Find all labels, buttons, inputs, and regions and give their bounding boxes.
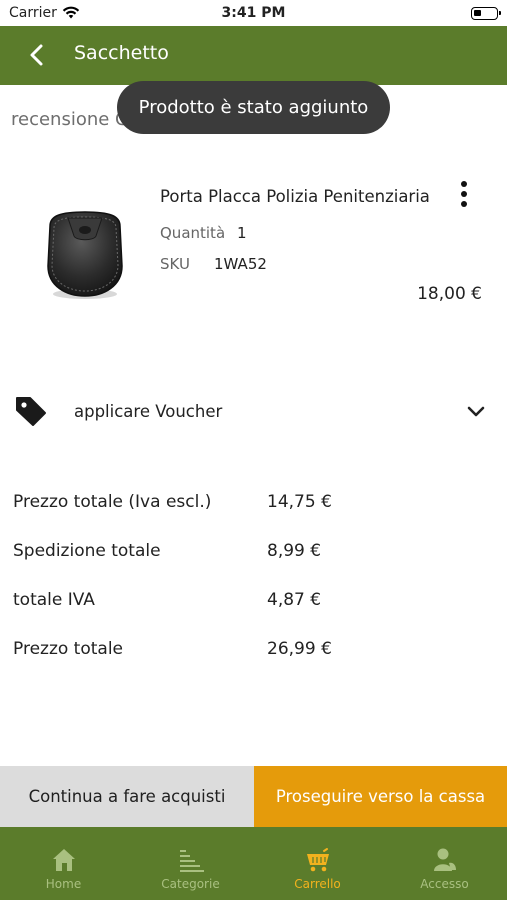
cart-icon (306, 848, 329, 872)
user-icon (433, 848, 456, 871)
vat-total-value: 4,87 € (267, 590, 322, 610)
sku-label: SKU (160, 255, 190, 273)
product-price: 18,00 € (417, 284, 482, 304)
grand-total-label: Prezzo totale (13, 639, 124, 659)
shipping-total-label: Spedizione totale (13, 541, 161, 561)
tab-login-label: Accesso (420, 877, 469, 891)
sku-value: 1WA52 (214, 255, 267, 273)
categories-icon (179, 850, 204, 872)
battery-icon (471, 7, 501, 20)
added-to-cart-toast: Prodotto è stato aggiunto (117, 81, 390, 134)
back-icon[interactable] (24, 42, 50, 68)
grand-total-value: 26,99 € (267, 639, 332, 659)
home-icon (52, 849, 75, 871)
tab-home[interactable]: Home (0, 827, 127, 900)
subtotal-ex-vat-label: Prezzo totale (Iva escl.) (13, 492, 212, 512)
more-options-icon[interactable] (456, 180, 472, 208)
chevron-down-icon[interactable] (466, 402, 486, 422)
tab-home-label: Home (45, 877, 82, 891)
quantity-value: 1 (237, 224, 247, 242)
voucher-label: applicare Voucher (74, 402, 223, 421)
shipping-total-value: 8,99 € (267, 541, 322, 561)
tab-cart-label: Carrello (294, 877, 341, 891)
tab-categories-label: Categorie (161, 877, 220, 891)
quantity-label: Quantità (160, 224, 226, 242)
tab-categories[interactable]: Categorie (127, 827, 254, 900)
bottom-tab-bar: Home Categorie Carrello Accesso (0, 827, 507, 900)
subtotal-ex-vat-value: 14,75 € (267, 492, 332, 512)
tag-icon (16, 397, 46, 426)
app-header: Sacchetto (0, 26, 507, 85)
page-title: Sacchetto (74, 42, 169, 64)
proceed-to-checkout-button[interactable]: Proseguire verso la cassa (254, 766, 507, 827)
product-name[interactable]: Porta Placca Polizia Penitenziaria (160, 187, 430, 206)
tab-login[interactable]: Accesso (381, 827, 507, 900)
product-image[interactable] (38, 208, 132, 303)
tab-cart[interactable]: Carrello (254, 827, 381, 900)
continue-shopping-button[interactable]: Continua a fare acquisti (0, 766, 254, 827)
voucher-row[interactable]: applicare Voucher (0, 388, 507, 436)
status-time: 3:41 PM (221, 5, 286, 21)
status-bar: Carrier 3:41 PM (0, 0, 507, 26)
vat-total-label: totale IVA (13, 590, 95, 610)
